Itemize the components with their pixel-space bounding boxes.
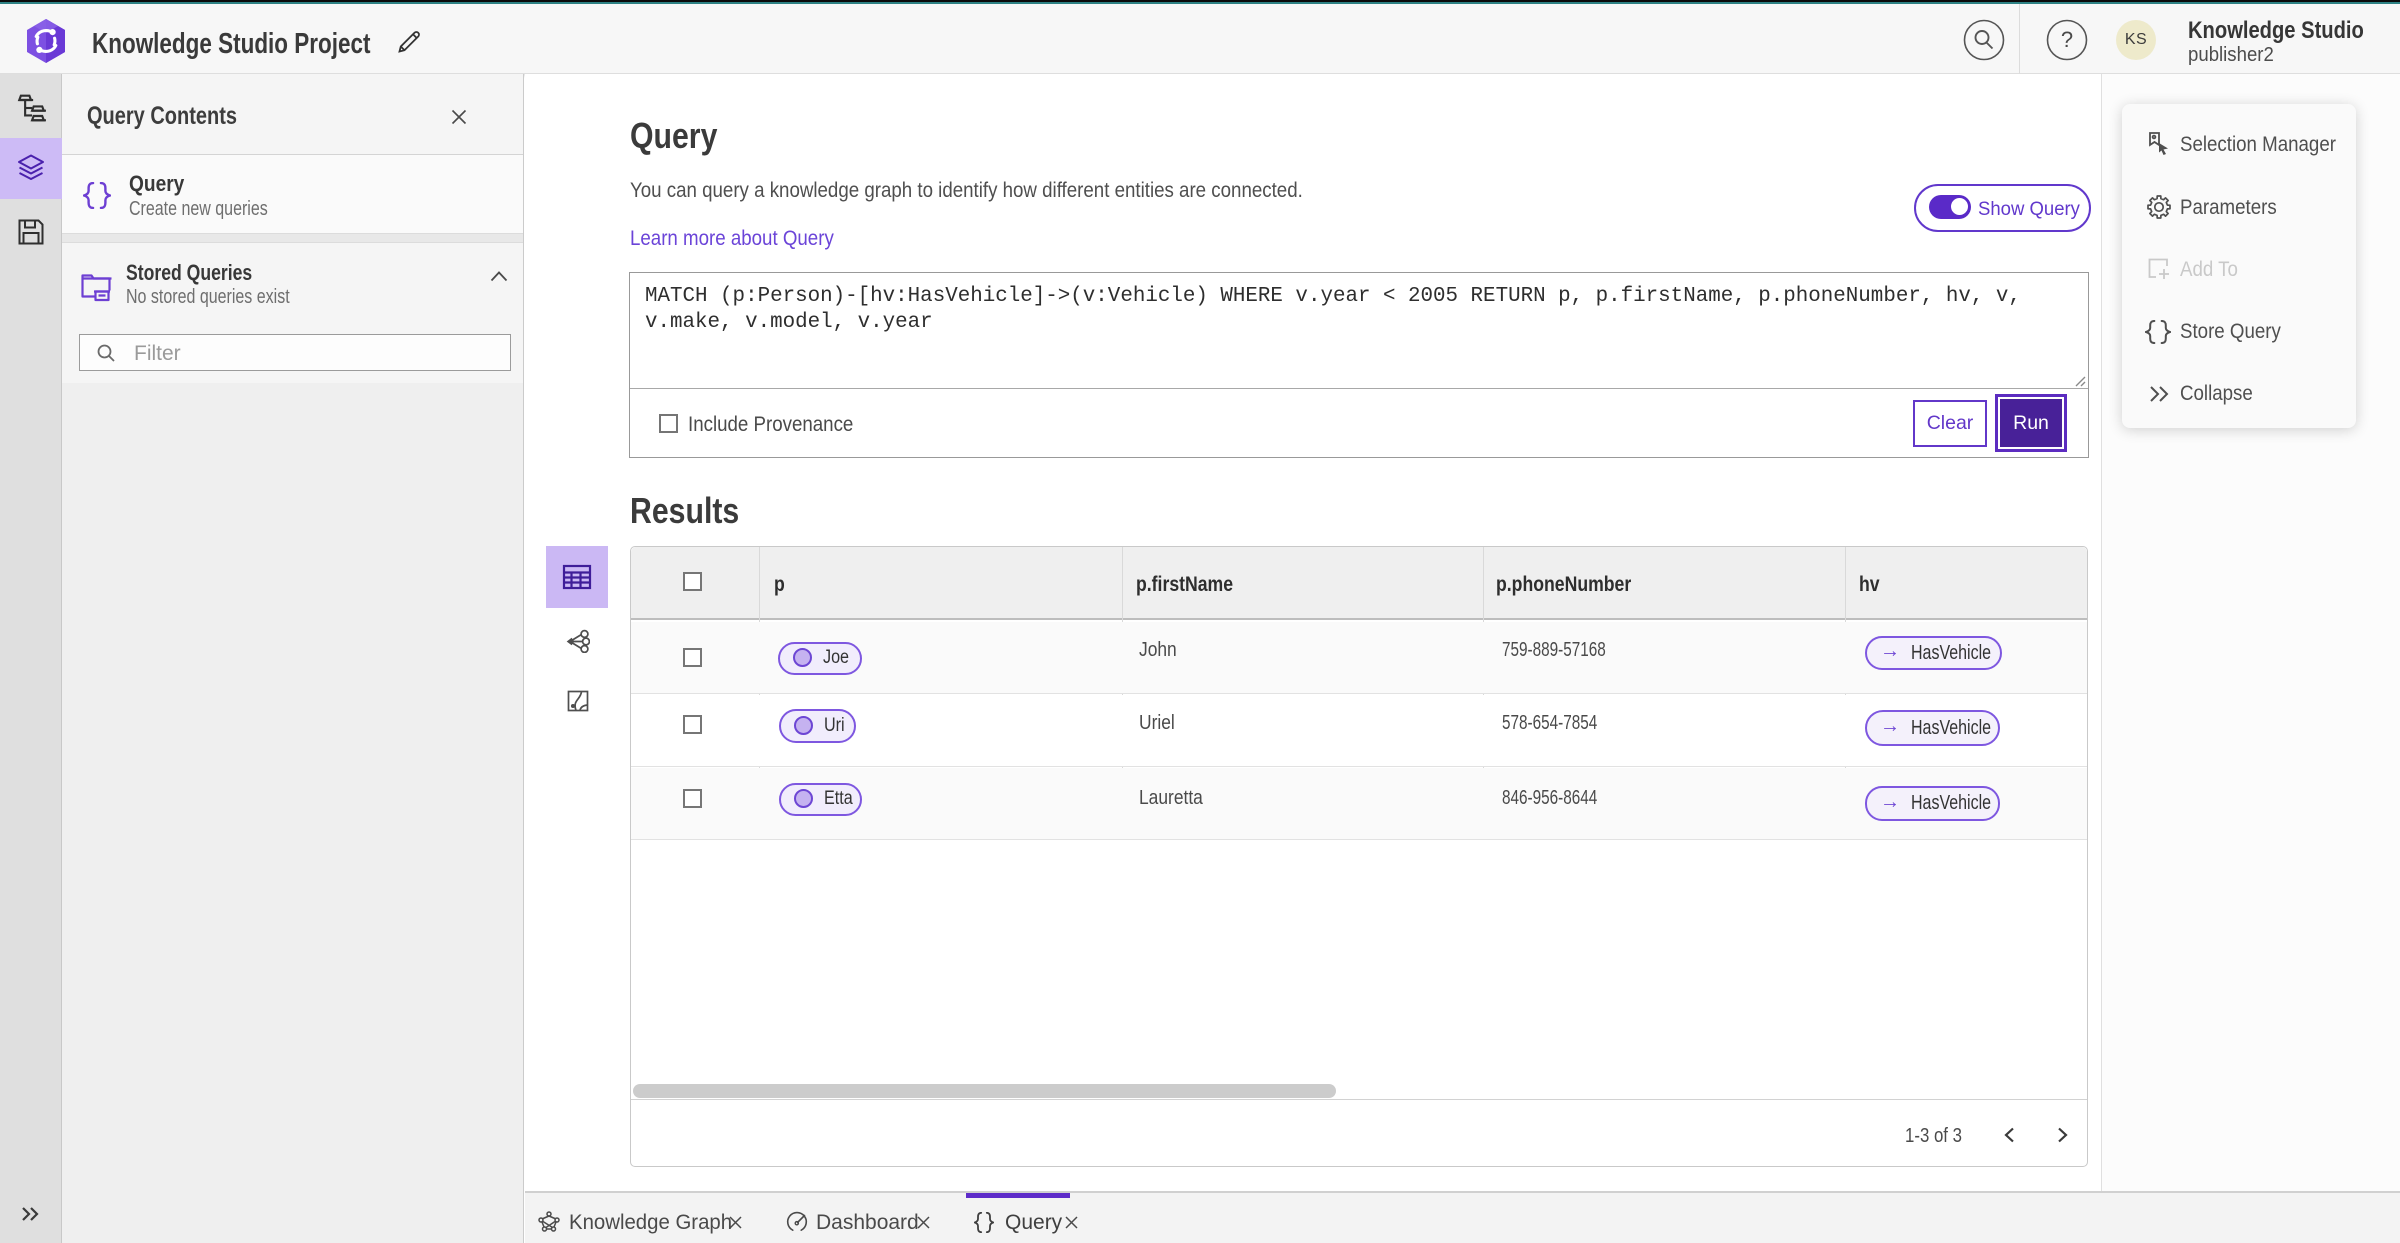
svg-text:?: ? [2061,27,2073,52]
